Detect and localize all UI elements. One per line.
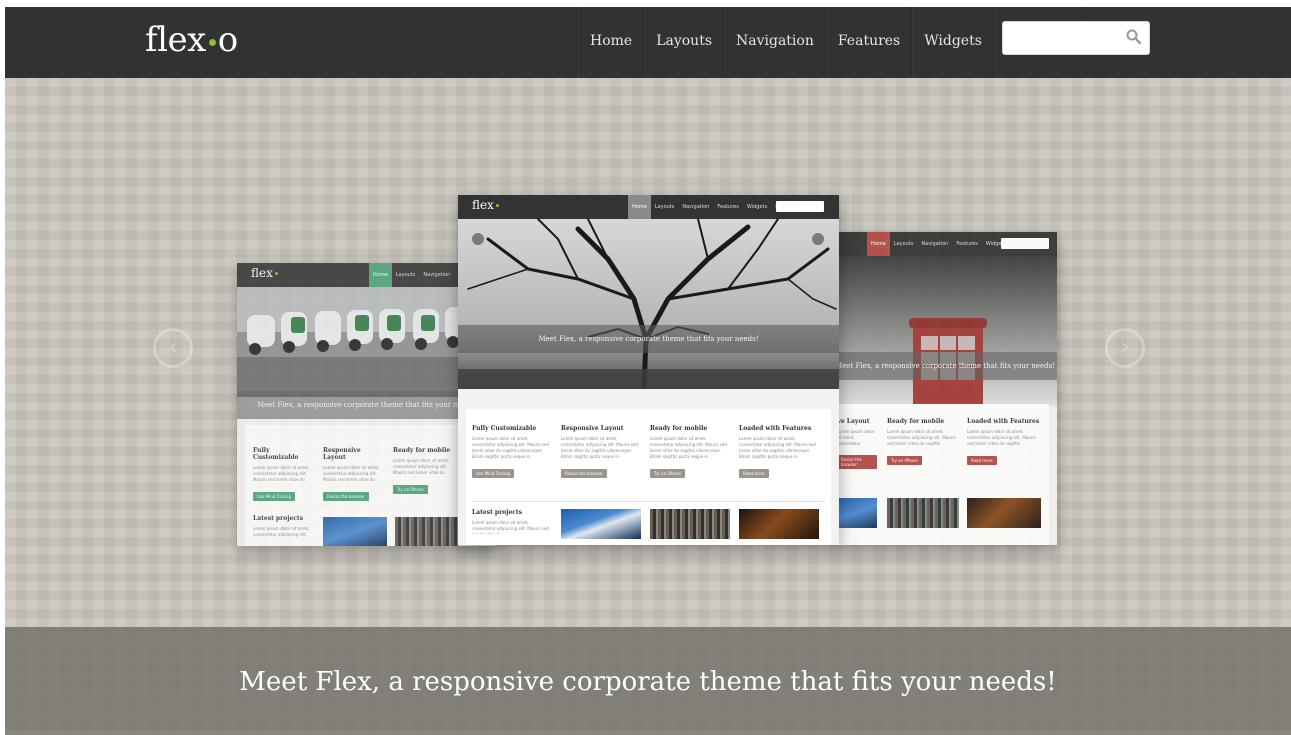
mockup-projects: Latest projects Lorem ipsum dolor sit am… [253, 515, 310, 537]
mockup-feature: Ready for mobile Lorem ipsum dolor sit a… [887, 418, 956, 465]
nav-item-features[interactable]: Features [825, 7, 913, 78]
mockup-hero-caption: Meet Flex, a responsive corporate theme … [458, 325, 839, 353]
mockup-thumbnail [650, 509, 730, 539]
nav-item-home[interactable]: Home [578, 7, 645, 78]
top-navigation-bar: flex o Home Layouts Navigation Features W… [5, 7, 1291, 78]
divider [5, 731, 1291, 735]
mockup-content: Fully Customizable Lorem ipsum dolor sit… [466, 409, 831, 545]
mockup-hero-caption: Meet Flex, a responsive corporate theme … [835, 352, 1057, 380]
search-icon[interactable] [1125, 28, 1143, 46]
slider-caption: Meet Flex, a responsive corporate theme … [239, 667, 1057, 697]
mockup-feature: Responsive Layout Lorem ipsum dolor sit … [323, 447, 380, 501]
mockup-thumbnail [887, 498, 959, 528]
mockup-search [776, 201, 824, 212]
mockup-projects: Latest projects Lorem ipsum dolor sit am… [472, 509, 549, 534]
nav-item-widgets[interactable]: Widgets [912, 7, 994, 78]
mockup-feature: Ready for mobile Lorem ipsum dolor sit a… [393, 447, 451, 494]
chevron-right-icon[interactable]: › [1105, 328, 1145, 368]
page: flex o Home Layouts Navigation Features W… [0, 0, 1291, 735]
chevron-left-icon[interactable]: ‹ [153, 328, 193, 368]
mockup-feature: Fully Customizable Lorem ipsum dolor sit… [472, 425, 549, 478]
slider-caption-bar: Meet Flex, a responsive corporate theme … [5, 627, 1291, 731]
mockup-divider [472, 501, 825, 502]
search-input[interactable] [1009, 27, 1131, 51]
mockup-search [1001, 238, 1049, 249]
nav-item-layouts[interactable]: Layouts [644, 7, 725, 78]
mockup-thumbnail [739, 509, 819, 539]
mockup-thumbnail [395, 517, 459, 546]
mockup-thumbnail [835, 498, 877, 528]
mockup-thumbnail [967, 498, 1041, 528]
mockup-feature: Loaded with Features Lorem ipsum dolor s… [967, 418, 1040, 465]
nav-item-navigation[interactable]: Navigation [724, 7, 826, 78]
mockup-feature: Ready for mobile Lorem ipsum dolor sit a… [650, 425, 727, 478]
mockup-screenshot-center: flex Home Layouts Navigation Features Widget… [458, 195, 839, 545]
mockup-logo: flex [251, 266, 278, 280]
mockup-feature: Fully Customizable Lorem ipsum dolor sit… [253, 447, 310, 501]
logo-dot-icon [208, 38, 216, 46]
mockup-header: flex Home Layouts Navigation Features Widget… [458, 195, 839, 219]
mockup-logo: flex [472, 198, 499, 212]
logo-text-right: o [217, 20, 238, 60]
mockup-screenshot-right: HomeLayoutsNavigationFeaturesWidgetsStru… [835, 232, 1057, 545]
mockup-hero-image-phone-booth [835, 256, 1057, 406]
mockup-content: Responsive Layout Lorem ipsum dolor sit … [835, 404, 1049, 545]
mockup-hero-image-tree [458, 219, 839, 389]
mockup-feature: Responsive Layout Lorem ipsum dolor sit … [837, 418, 877, 470]
mockup-thumbnail [561, 509, 641, 539]
mockup-header: HomeLayoutsNavigationFeaturesWidgetsStru… [835, 232, 1057, 256]
mockup-feature: Responsive Layout Lorem ipsum dolor sit … [561, 425, 638, 478]
site-logo[interactable]: flex o [145, 21, 238, 59]
logo-text-left: flex [145, 20, 206, 60]
mockup-thumbnail [323, 517, 387, 546]
mockup-feature: Loaded with Features Lorem ipsum dolor s… [739, 425, 816, 478]
mockup-content: Fully Customizable Lorem ipsum dolor sit… [245, 425, 489, 546]
search-box [1002, 21, 1150, 55]
